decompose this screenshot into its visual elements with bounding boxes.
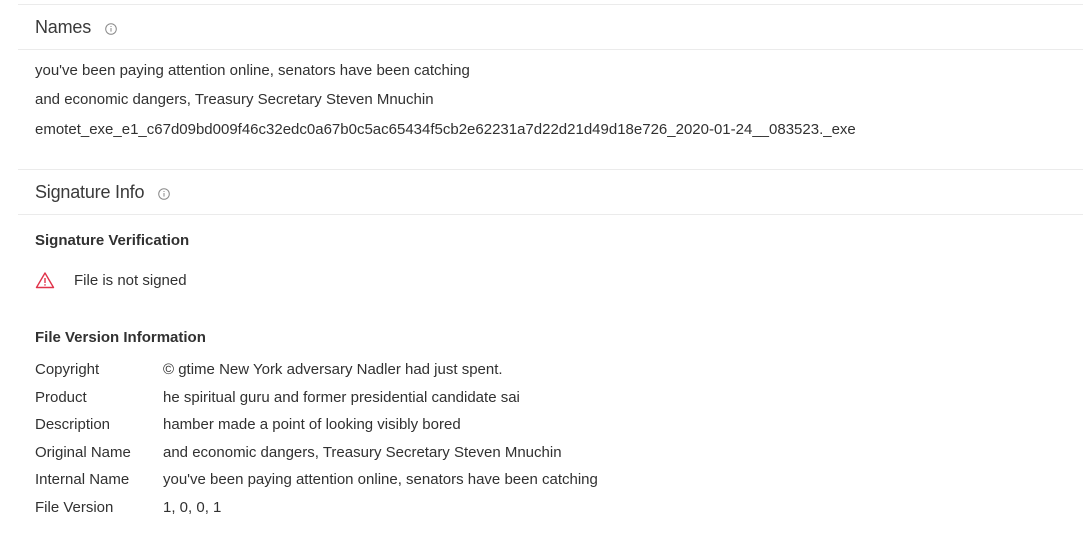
file-version-row: Original Name and economic dangers, Trea…: [35, 444, 562, 461]
names-section-header: Names: [18, 5, 1083, 50]
signature-status-text: File is not signed: [74, 271, 187, 289]
file-version-value: 1, 0, 0, 1: [163, 499, 222, 516]
file-version-key: Description: [35, 416, 111, 433]
file-version-row: Description hamber made a point of looki…: [35, 416, 461, 433]
file-details-page: Names you've been paying attention onlin…: [0, 0, 1083, 556]
name-entry: emotet_exe_e1_c67d09bd009f46c32edc0a67b0…: [35, 121, 856, 138]
names-section-title: Names: [35, 16, 92, 37]
file-version-row: File Version 1, 0, 0, 1: [35, 499, 221, 516]
file-version-value: hamber made a point of looking visibly b…: [163, 416, 461, 433]
file-version-heading: File Version Information: [35, 329, 206, 346]
signature-section-title: Signature Info: [35, 181, 145, 202]
file-version-value: he spiritual guru and former presidentia…: [163, 389, 520, 406]
file-version-row: Internal Name you've been paying attenti…: [35, 471, 598, 488]
file-version-key: Original Name: [35, 444, 131, 461]
name-entry: you've been paying attention online, sen…: [35, 62, 470, 79]
info-circle-icon[interactable]: [105, 22, 117, 35]
signature-status: File is not signed: [35, 271, 187, 289]
name-entry: and economic dangers, Treasury Secretary…: [35, 91, 434, 108]
file-version-value: you've been paying attention online, sen…: [163, 471, 598, 488]
signature-section-header: Signature Info: [18, 170, 1083, 215]
file-version-value: © gtime New York adversary Nadler had ju…: [163, 361, 503, 378]
file-version-value: and economic dangers, Treasury Secretary…: [163, 444, 562, 461]
warning-triangle-icon: [35, 271, 55, 289]
file-version-row: Copyright © gtime New York adversary Nad…: [35, 361, 503, 378]
info-circle-icon[interactable]: [158, 187, 171, 200]
file-version-row: Product he spiritual guru and former pre…: [35, 389, 520, 406]
file-version-key: Internal Name: [35, 471, 130, 488]
file-version-key: Copyright: [35, 361, 100, 378]
signature-verification-heading: Signature Verification: [35, 232, 190, 249]
file-version-key: Product: [35, 389, 87, 406]
file-version-key: File Version: [35, 499, 114, 516]
